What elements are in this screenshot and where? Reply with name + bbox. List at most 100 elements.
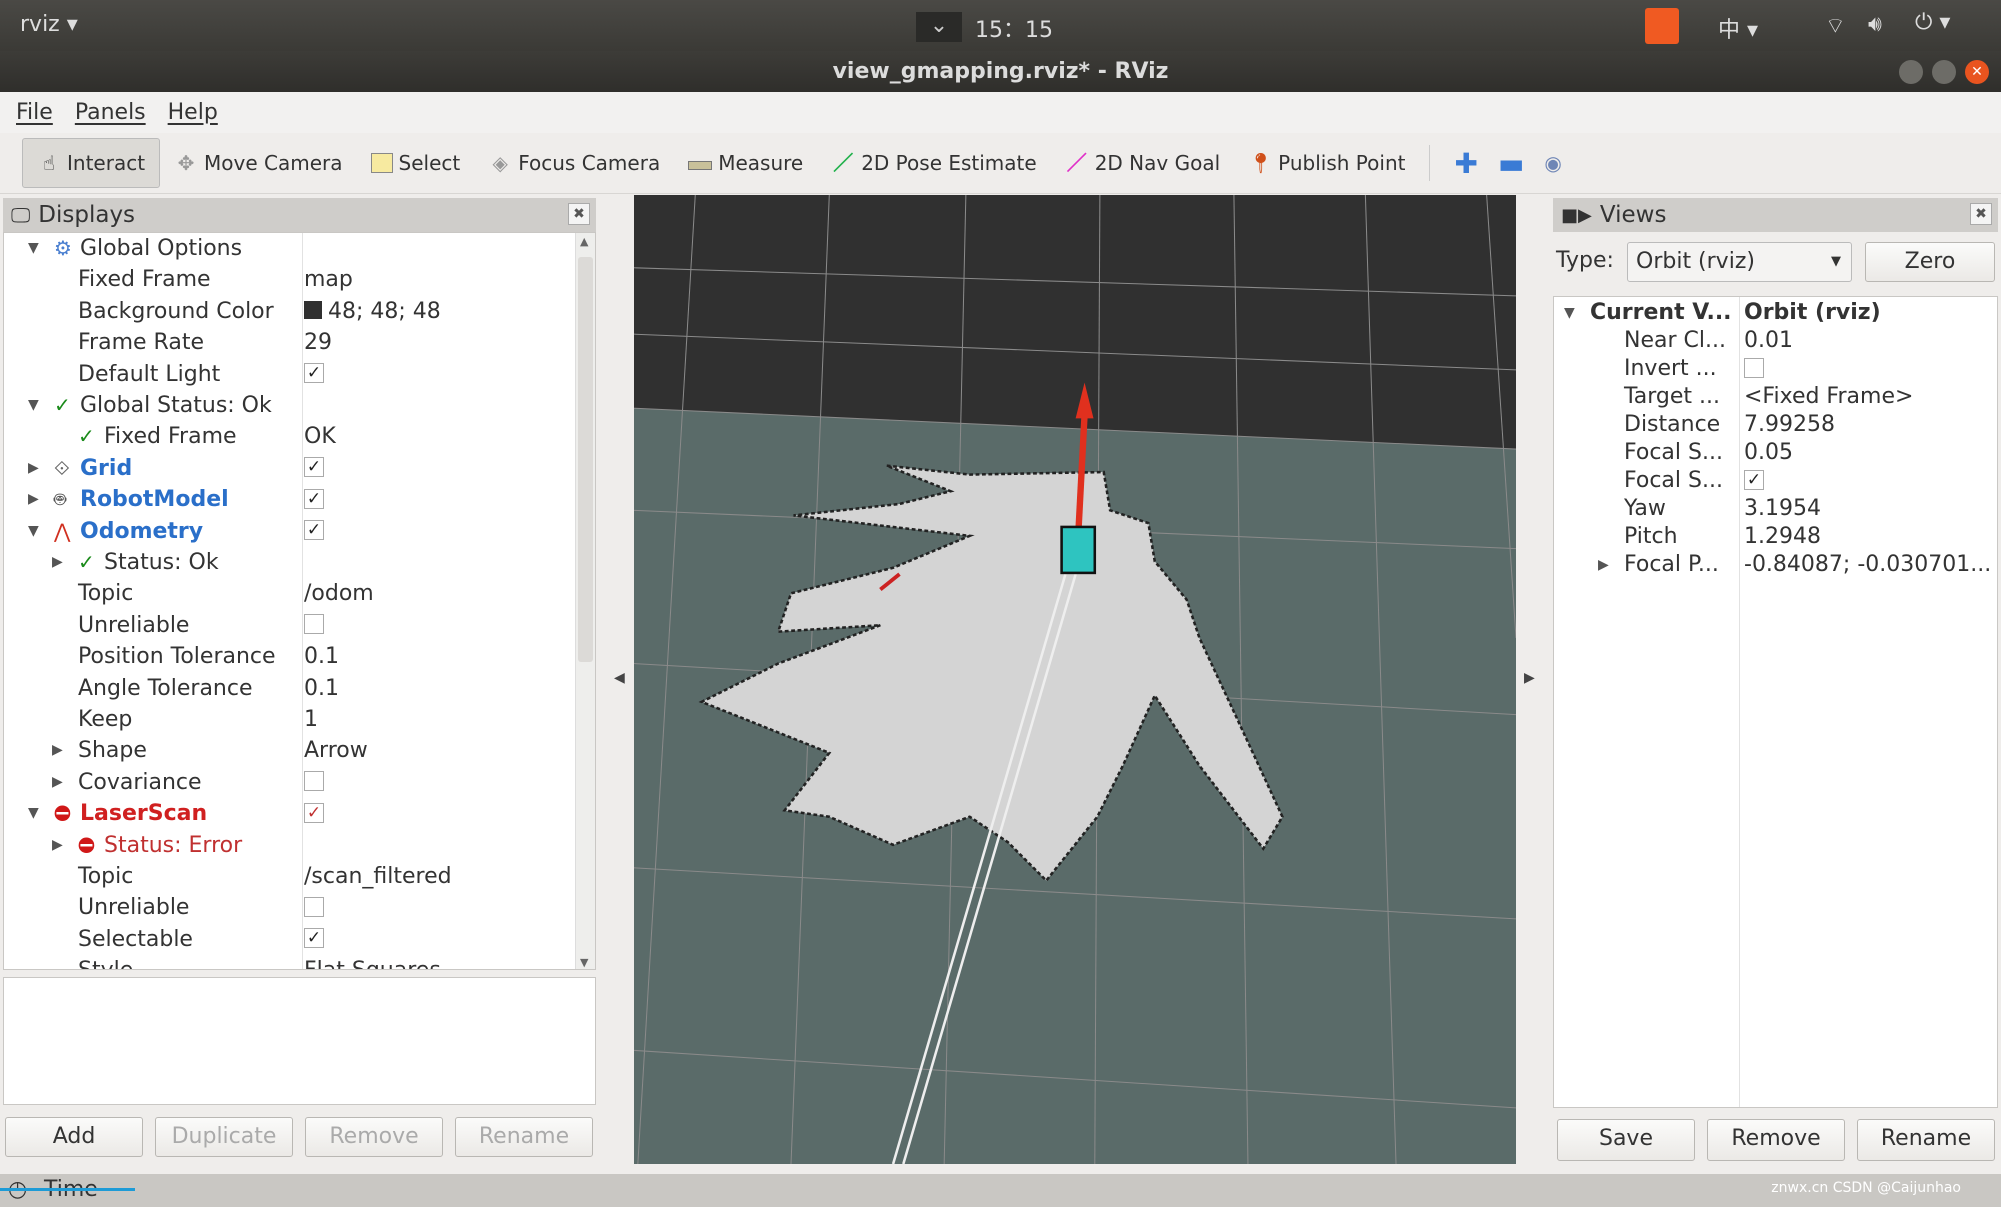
row-value[interactable]: 0.1: [304, 641, 339, 672]
checkbox-unchecked[interactable]: [304, 614, 324, 635]
menu-help[interactable]: Help: [168, 100, 218, 125]
close-button[interactable]: ✕: [1965, 60, 1989, 84]
expand-open-icon[interactable]: ▼: [28, 390, 39, 421]
checkbox-checked[interactable]: ✓: [304, 928, 324, 949]
duplicate-button[interactable]: Duplicate: [155, 1117, 293, 1157]
row-checkbox[interactable]: ✓: [304, 453, 324, 484]
row-value[interactable]: Arrow: [304, 735, 368, 766]
row-checkbox[interactable]: ✓: [304, 516, 324, 547]
tool-move-camera[interactable]: ✥ Move Camera: [160, 138, 356, 188]
collapse-left-handle[interactable]: ◀: [614, 670, 625, 686]
minimize-button[interactable]: [1899, 60, 1923, 84]
checkbox-checked[interactable]: ✓: [304, 488, 324, 509]
eye-icon[interactable]: ◉: [1530, 138, 1575, 188]
app-menu[interactable]: rviz ▾: [20, 12, 78, 37]
render-canvas[interactable]: [633, 194, 1517, 1165]
row-checkbox[interactable]: ✓: [1744, 467, 1764, 495]
tree-row[interactable]: Style Flat Squares: [4, 955, 576, 969]
tree-row[interactable]: ▶ ✓ Status: Ok: [4, 547, 576, 578]
row-value[interactable]: /odom: [304, 578, 374, 609]
tree-row[interactable]: ▶ ⟐ Grid ✓: [4, 453, 576, 484]
expand-closed-icon[interactable]: ▶: [1598, 551, 1609, 579]
tool-2d-nav-goal[interactable]: ／ 2D Nav Goal: [1051, 138, 1234, 188]
tree-row[interactable]: Background Color 48; 48; 48: [4, 296, 576, 327]
tool-interact[interactable]: ☝ Interact: [22, 138, 161, 188]
tree-row[interactable]: ▶ Focal P... -0.84087; -0.030701...: [1554, 551, 1997, 579]
rename-button[interactable]: Rename: [455, 1117, 593, 1157]
menu-panels[interactable]: Panels: [75, 100, 146, 125]
tree-row[interactable]: Focal S... ✓: [1554, 467, 1997, 495]
vertical-scrollbar[interactable]: ▲ ▼: [575, 233, 595, 969]
tree-row[interactable]: Fixed Frame map: [4, 264, 576, 295]
tree-row[interactable]: ▼ ⋀ Odometry ✓: [4, 516, 576, 547]
row-value[interactable]: <Fixed Frame>: [1744, 383, 1913, 411]
close-icon[interactable]: ✖: [568, 203, 590, 225]
volume-icon[interactable]: 🔊︎: [1868, 12, 1882, 37]
save-view-button[interactable]: Save: [1557, 1119, 1695, 1161]
tree-row[interactable]: Near Cl... 0.01: [1554, 327, 1997, 355]
tree-row[interactable]: ▶ 🤖︎ RobotModel ✓: [4, 484, 576, 515]
expand-closed-icon[interactable]: ▶: [52, 735, 63, 766]
close-icon[interactable]: ✖: [1970, 203, 1992, 225]
tree-row[interactable]: Focal S... 0.05: [1554, 439, 1997, 467]
checkbox-unchecked[interactable]: [1744, 357, 1764, 378]
app-indicator-icon[interactable]: [1645, 8, 1679, 44]
tree-row[interactable]: Angle Tolerance 0.1: [4, 673, 576, 704]
row-value[interactable]: OK: [304, 421, 336, 452]
checkbox-checked[interactable]: ✓: [304, 363, 324, 384]
tree-row[interactable]: ▼ Current V... Orbit (rviz): [1554, 299, 1997, 327]
tree-row[interactable]: Target ... <Fixed Frame>: [1554, 383, 1997, 411]
tree-row[interactable]: Invert ...: [1554, 355, 1997, 383]
tree-row[interactable]: Distance 7.99258: [1554, 411, 1997, 439]
tree-row[interactable]: Unreliable: [4, 892, 576, 923]
checkbox-checked[interactable]: ✓: [304, 457, 324, 478]
menu-file[interactable]: File: [16, 100, 53, 125]
row-checkbox[interactable]: [304, 892, 324, 923]
tool-focus-camera[interactable]: ◈ Focus Camera: [474, 138, 674, 188]
row-value[interactable]: 3.1954: [1744, 495, 1821, 523]
tree-row[interactable]: Pitch 1.2948: [1554, 523, 1997, 551]
row-value[interactable]: 48; 48; 48: [304, 296, 441, 327]
row-checkbox[interactable]: ✓: [304, 798, 324, 829]
tree-row[interactable]: Keep 1: [4, 704, 576, 735]
tool-2d-pose-estimate[interactable]: ／ 2D Pose Estimate: [817, 138, 1051, 188]
power-icon[interactable]: ⏻ ▾: [1915, 10, 1950, 35]
row-value[interactable]: map: [304, 264, 353, 295]
tool-publish-point[interactable]: 📍︎ Publish Point: [1234, 138, 1419, 188]
tree-row[interactable]: Position Tolerance 0.1: [4, 641, 576, 672]
tool-measure[interactable]: Measure: [674, 138, 817, 188]
checkbox-unchecked[interactable]: [304, 771, 324, 792]
row-value[interactable]: 0.1: [304, 673, 339, 704]
remove-view-button[interactable]: Remove: [1707, 1119, 1845, 1161]
tree-row[interactable]: ▶ Covariance: [4, 767, 576, 798]
tree-row[interactable]: Default Light ✓: [4, 359, 576, 390]
row-value[interactable]: 0.01: [1744, 327, 1793, 355]
video-progress-bar[interactable]: [0, 1188, 135, 1191]
checkbox-checked[interactable]: ✓: [304, 520, 324, 541]
view-type-select[interactable]: Orbit (rviz) ▼: [1627, 242, 1852, 282]
color-swatch[interactable]: [304, 300, 322, 319]
collapse-right-handle[interactable]: ▶: [1524, 670, 1535, 686]
tree-row[interactable]: Frame Rate 29: [4, 327, 576, 358]
tree-row[interactable]: ✓ Fixed Frame OK: [4, 421, 576, 452]
row-value[interactable]: 29: [304, 327, 332, 358]
maximize-button[interactable]: [1932, 60, 1956, 84]
row-value[interactable]: /scan_filtered: [304, 861, 452, 892]
tree-row[interactable]: Yaw 3.1954: [1554, 495, 1997, 523]
row-checkbox[interactable]: [304, 767, 324, 798]
checkbox-checked[interactable]: ✓: [304, 802, 324, 823]
zero-button[interactable]: Zero: [1865, 242, 1995, 282]
row-value[interactable]: Flat Squares: [304, 955, 441, 969]
expand-closed-icon[interactable]: ▶: [52, 830, 63, 861]
row-value[interactable]: 1: [304, 704, 318, 735]
tree-row[interactable]: Topic/odom: [4, 578, 576, 609]
row-value[interactable]: Orbit (rviz): [1744, 299, 1881, 327]
expand-open-icon[interactable]: ▼: [28, 516, 39, 547]
row-checkbox[interactable]: ✓: [304, 359, 324, 390]
add-button[interactable]: Add: [5, 1117, 143, 1157]
add-tool-icon[interactable]: ✚: [1440, 138, 1491, 188]
expand-open-icon[interactable]: ▼: [1564, 299, 1575, 327]
tree-row[interactable]: ▶ Shape Arrow: [4, 735, 576, 766]
row-value[interactable]: 0.05: [1744, 439, 1793, 467]
tree-row[interactable]: Unreliable: [4, 610, 576, 641]
